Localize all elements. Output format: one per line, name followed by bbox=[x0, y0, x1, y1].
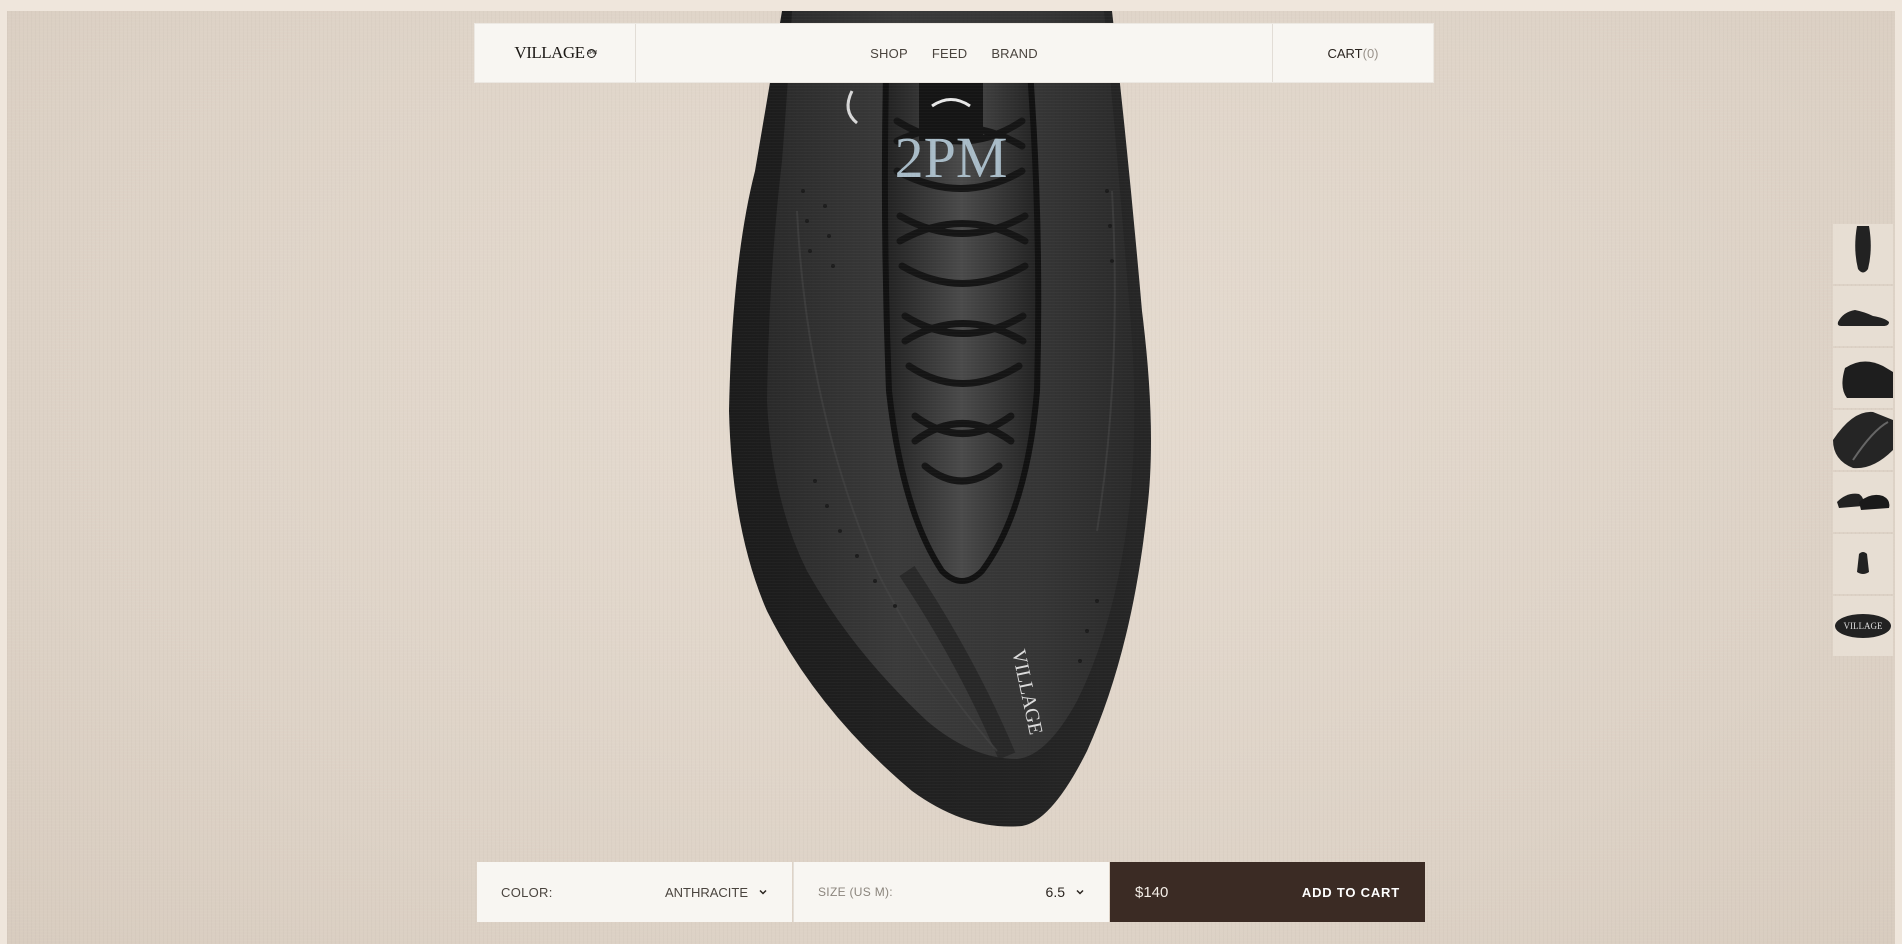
size-label: SIZE (US M): bbox=[818, 885, 893, 899]
color-value: ANTHRACITE bbox=[664, 884, 748, 900]
thumbnail-heel-view[interactable] bbox=[1833, 348, 1893, 408]
cart-link[interactable]: CART(0) bbox=[1327, 46, 1378, 61]
thumbnail-strip: VILLAGE bbox=[1833, 224, 1893, 658]
logo-text: VILLAGE bbox=[514, 43, 585, 62]
thumbnail-logo-closeup[interactable]: VILLAGE bbox=[1833, 596, 1893, 656]
nav-links: SHOP FEED BRAND bbox=[636, 24, 1273, 82]
color-selector[interactable]: COLOR: ANTHRACITE bbox=[477, 862, 792, 922]
thumbnail-top-view[interactable] bbox=[1833, 224, 1893, 284]
product-stage: 2PM VILLAGE bbox=[7, 11, 1895, 944]
nav-link-brand[interactable]: BRAND bbox=[991, 46, 1038, 61]
sneaker-image: 2PM VILLAGE bbox=[729, 11, 1151, 827]
color-dropdown[interactable]: ANTHRACITE bbox=[665, 885, 768, 900]
chevron-down-icon bbox=[759, 889, 767, 895]
sneaker-heel-icon bbox=[1842, 361, 1893, 398]
tongue-label: 2PM bbox=[895, 125, 1008, 190]
size-selector[interactable]: SIZE (US M): 6.5 bbox=[793, 862, 1109, 922]
thumbnail-side-profile[interactable] bbox=[1833, 286, 1893, 346]
thumbnail-back-view[interactable] bbox=[1833, 534, 1893, 594]
cart-cell: CART(0) bbox=[1273, 24, 1433, 82]
logo-closeup-icon: VILLAGE bbox=[1835, 614, 1891, 638]
nav-link-shop[interactable]: SHOP bbox=[870, 46, 908, 61]
color-label: COLOR: bbox=[501, 884, 553, 900]
sneaker-top-icon bbox=[1855, 226, 1871, 273]
sneaker-pair-icon bbox=[1837, 493, 1890, 510]
logo-badge: 2PM bbox=[586, 48, 597, 58]
sneaker-back-icon bbox=[1857, 552, 1869, 574]
nav-link-feed[interactable]: FEED bbox=[932, 46, 967, 61]
size-dropdown[interactable]: 6.5 bbox=[1046, 884, 1085, 900]
top-navigation: VILLAGE 2PM SHOP FEED BRAND CART(0) bbox=[474, 23, 1434, 83]
thumbnail-detail-view[interactable] bbox=[1833, 410, 1893, 470]
cart-count: (0) bbox=[1362, 45, 1379, 61]
brand-logo[interactable]: VILLAGE 2PM bbox=[514, 43, 597, 63]
product-price: $140 bbox=[1135, 883, 1169, 901]
logo-cell: VILLAGE 2PM bbox=[475, 24, 636, 82]
chevron-down-icon bbox=[1076, 889, 1084, 895]
add-to-cart-button[interactable]: $140 ADD TO CART bbox=[1110, 862, 1425, 922]
svg-text:VILLAGE: VILLAGE bbox=[1844, 621, 1883, 631]
thumbnail-pair-view[interactable] bbox=[1833, 472, 1893, 532]
sneaker-detail-icon bbox=[1833, 411, 1893, 469]
size-value: 6.5 bbox=[1045, 884, 1065, 900]
sneaker-side-icon bbox=[1837, 310, 1889, 326]
add-to-cart-label: ADD TO CART bbox=[1301, 884, 1400, 900]
cart-label: CART bbox=[1327, 45, 1363, 61]
